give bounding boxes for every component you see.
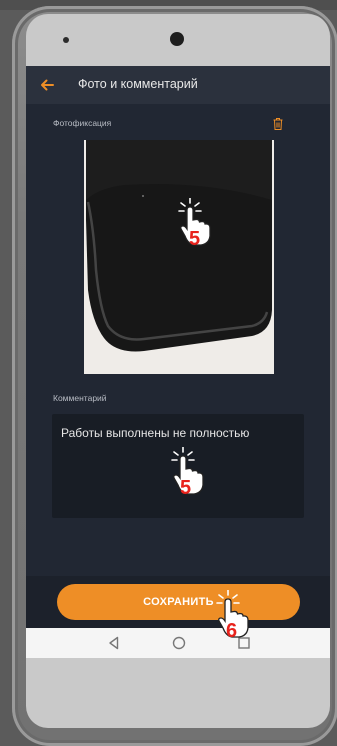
trash-icon[interactable] xyxy=(272,117,284,131)
attached-photo[interactable] xyxy=(84,140,274,374)
app-screen: Фото и комментарий Фотофиксация Коммента… xyxy=(26,66,330,658)
front-camera xyxy=(170,32,184,46)
step-marker: 6 xyxy=(226,620,238,642)
nav-home-icon[interactable] xyxy=(170,634,188,652)
photo-image xyxy=(84,140,274,374)
phone-bottom-bezel xyxy=(26,658,330,728)
nav-back-icon[interactable] xyxy=(105,634,123,652)
comment-text: Работы выполнены не полностью xyxy=(61,426,250,440)
system-nav-bar xyxy=(26,628,330,658)
step-marker: 5 xyxy=(189,228,201,250)
save-button[interactable]: СОХРАНИТЬ xyxy=(57,584,300,620)
sensor-dot xyxy=(63,37,69,43)
footer-bar: СОХРАНИТЬ xyxy=(26,576,330,628)
step-marker: 5 xyxy=(180,477,192,499)
photo-section-label: Фотофиксация xyxy=(53,118,112,128)
page-title: Фото и комментарий xyxy=(78,77,198,91)
comment-section-label: Комментарий xyxy=(53,393,107,403)
app-header: Фото и комментарий xyxy=(26,66,330,104)
arrow-left-icon[interactable] xyxy=(38,76,56,94)
